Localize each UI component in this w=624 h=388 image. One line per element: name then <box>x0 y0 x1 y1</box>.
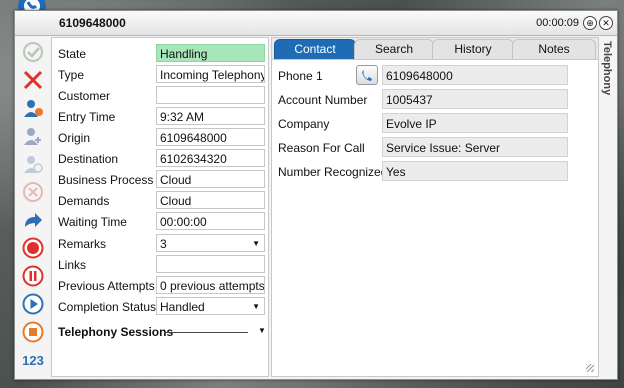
resize-grip[interactable] <box>586 364 594 372</box>
tab-contact[interactable]: Contact <box>274 39 356 59</box>
type-field[interactable]: Incoming Telephony <box>156 65 265 83</box>
contact-value: 6109648000 <box>382 65 568 85</box>
waiting-time-field[interactable]: 00:00:00 <box>156 212 265 230</box>
field-row-entry-time: Entry Time 9:32 AM <box>56 107 265 127</box>
field-label: State <box>58 47 87 61</box>
contact-row-phone: Phone 1 6109648000 <box>276 65 568 85</box>
play-icon[interactable] <box>20 291 46 317</box>
dial-phone-button[interactable] <box>356 65 378 85</box>
user-add-icon[interactable] <box>20 123 46 149</box>
chevron-down-icon: ▼ <box>252 302 260 311</box>
divider <box>164 332 248 333</box>
field-label: Business Process <box>58 173 154 187</box>
contact-value: 1005437 <box>382 89 568 109</box>
completion-status-value: Handled <box>160 300 205 314</box>
tab-history[interactable]: History <box>432 39 514 59</box>
contact-label: Company <box>278 117 330 131</box>
contact-row-number-recognized: Number Recognized Yes <box>276 161 568 181</box>
completion-status-select[interactable]: Handled ▼ <box>156 297 265 315</box>
demands-field[interactable]: Cloud <box>156 191 265 209</box>
entry-time-field[interactable]: 9:32 AM <box>156 107 265 125</box>
contact-panel: Contact Search History Notes Phone 1 610… <box>271 37 599 377</box>
interaction-details-panel: State Handling Type Incoming Telephony C… <box>51 37 269 377</box>
destination-field[interactable]: 6102634320 <box>156 149 265 167</box>
field-label: Completion Status <box>58 300 157 314</box>
tab-strip: Contact Search History Notes <box>272 38 598 60</box>
remarks-value: 3 <box>160 237 167 251</box>
state-value: Handling <box>156 44 265 62</box>
field-label: Destination <box>58 152 119 166</box>
contact-row-account-number: Account Number 1005437 <box>276 89 568 109</box>
remarks-select[interactable]: 3 ▼ <box>156 234 265 252</box>
field-row-completion-status: Completion Status Handled ▼ <box>56 297 265 317</box>
field-row-customer: Customer <box>56 86 265 106</box>
contact-label: Account Number <box>278 93 368 107</box>
field-label: Remarks <box>58 237 107 251</box>
side-tab-telephony[interactable]: Telephony <box>599 41 615 111</box>
record-icon[interactable] <box>20 235 46 261</box>
interaction-window: 6109648000 00:00:09 ⊕ ✕ 123 State Handli… <box>14 10 618 380</box>
field-row-destination: Destination 6102634320 <box>56 149 265 169</box>
close-icon[interactable]: ✕ <box>599 16 613 30</box>
cancel-circle-icon[interactable] <box>20 179 46 205</box>
contact-row-reason: Reason For Call Service Issue: Server <box>276 137 568 157</box>
chevron-down-icon[interactable]: ▼ <box>258 326 266 335</box>
accept-check-icon[interactable] <box>20 39 46 65</box>
contact-label: Reason For Call <box>278 141 365 155</box>
links-field[interactable] <box>156 255 265 273</box>
field-row-previous-attempts: Previous Attempts 0 previous attempts <box>56 276 265 296</box>
origin-field[interactable]: 6109648000 <box>156 128 265 146</box>
tab-search[interactable]: Search <box>354 39 434 59</box>
field-row-business-process: Business Process Cloud <box>56 170 265 190</box>
contact-label: Phone 1 <box>278 69 323 83</box>
field-label: Previous Attempts <box>58 279 155 293</box>
previous-attempts-field[interactable]: 0 previous attempts <box>156 276 265 294</box>
field-row-remarks: Remarks 3 ▼ <box>56 234 265 254</box>
forward-arrow-icon[interactable] <box>20 207 46 233</box>
title-bar[interactable]: 6109648000 00:00:09 ⊕ ✕ <box>15 11 617 36</box>
user-remove-icon[interactable] <box>20 151 46 177</box>
side-tab-label: Telephony <box>601 41 613 96</box>
field-label: Links <box>58 258 87 272</box>
contact-value: Yes <box>382 161 568 181</box>
field-row-links: Links <box>56 255 265 275</box>
reject-x-icon[interactable] <box>20 67 46 93</box>
field-label: Waiting Time <box>58 215 127 229</box>
field-row-state: State Handling <box>56 44 265 64</box>
phone-icon <box>362 70 372 81</box>
telephony-sessions-header[interactable]: Telephony Sessions <box>58 325 173 339</box>
action-toolbar: 123 <box>17 37 49 375</box>
contact-value: Service Issue: Server <box>382 137 568 157</box>
field-row-type: Type Incoming Telephony <box>56 65 265 85</box>
keypad-button[interactable]: 123 <box>20 347 46 373</box>
chevron-down-icon: ▼ <box>252 239 260 248</box>
field-row-origin: Origin 6109648000 <box>56 128 265 148</box>
customer-field[interactable] <box>156 86 265 104</box>
business-process-field[interactable]: Cloud <box>156 170 265 188</box>
field-label: Origin <box>58 131 91 145</box>
window-title: 6109648000 <box>59 16 126 30</box>
tab-notes[interactable]: Notes <box>512 39 596 59</box>
pin-icon[interactable]: ⊕ <box>583 16 597 30</box>
field-row-waiting-time: Waiting Time 00:00:00 <box>56 212 265 232</box>
field-label: Demands <box>58 194 110 208</box>
field-label: Customer <box>58 89 111 103</box>
contact-label: Number Recognized <box>278 165 388 179</box>
field-label: Type <box>58 68 85 82</box>
user-settings-icon[interactable] <box>20 95 46 121</box>
stop-icon[interactable] <box>20 319 46 345</box>
contact-value: Evolve IP <box>382 113 568 133</box>
contact-row-company: Company Evolve IP <box>276 113 568 133</box>
field-row-demands: Demands Cloud <box>56 191 265 211</box>
pause-icon[interactable] <box>20 263 46 289</box>
call-timer: 00:00:09 <box>536 17 579 29</box>
field-label: Entry Time <box>58 110 116 124</box>
